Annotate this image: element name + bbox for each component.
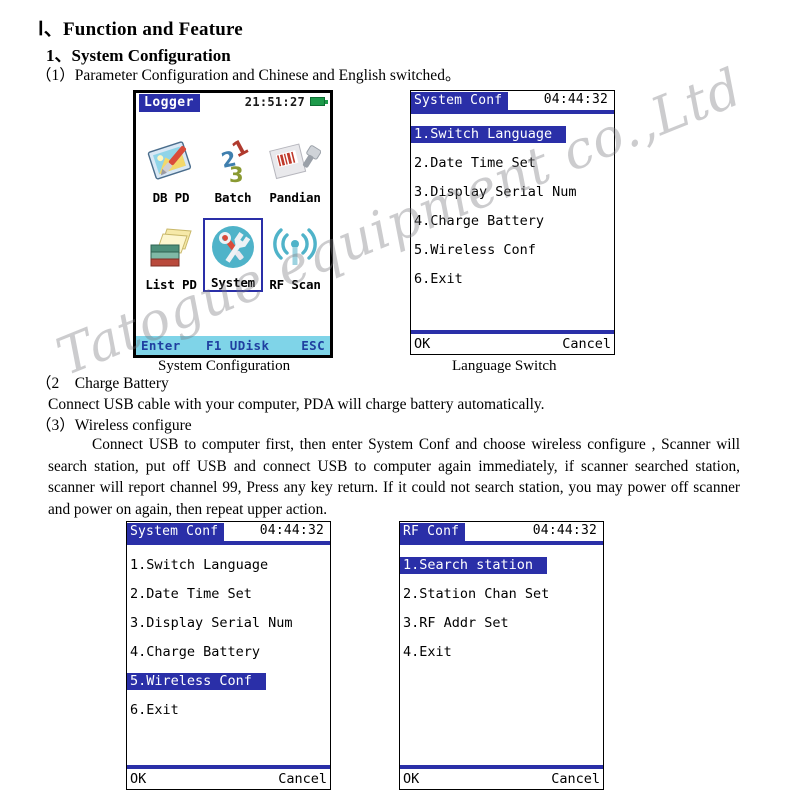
logger-title-label: Logger [139, 93, 200, 112]
menu-item-switch-language[interactable]: 1.Switch Language [127, 557, 272, 574]
menu-clock: 04:44:32 [543, 92, 608, 107]
app-label-db-pd: DB PD [152, 190, 190, 205]
menu-clock: 04:44:32 [259, 523, 324, 538]
batch-123-icon: 1 2 3 [206, 135, 260, 189]
document-page: Ⅰ、Function and Feature 1、System Configur… [0, 0, 790, 809]
item-1-text: （1）Parameter Configuration and Chinese a… [36, 67, 461, 84]
menu-footer-bar: OK Cancel [411, 334, 614, 354]
app-label-system: System [211, 275, 255, 290]
list-pd-books-icon [144, 222, 198, 276]
logger-footer-bar: Enter F1 UDisk ESC [136, 336, 330, 355]
menu-list: 1.Switch Language 2.Date Time Set 3.Disp… [127, 554, 330, 728]
menu-item-charge-battery[interactable]: 4.Charge Battery [127, 644, 264, 661]
device-screen-logger: Logger 21:51:27 DB PD 1 2 3 Batch Pandia… [133, 90, 333, 358]
menu-item-wireless-conf[interactable]: 5.Wireless Conf [127, 673, 266, 690]
caption-system-configuration: System Configuration [158, 358, 291, 374]
device-screen-system-conf-wireless: System Conf 04:44:32 1.Switch Language 2… [126, 521, 331, 790]
device-screen-rf-conf: RF Conf 04:44:32 1.Search station 2.Stat… [399, 521, 604, 790]
wireless-configure-body: Connect USB to computer first, then ente… [48, 436, 740, 518]
menu-item-display-serial-num[interactable]: 3.Display Serial Num [127, 615, 297, 632]
ok-button[interactable]: OK [130, 771, 146, 787]
logger-icon-grid: DB PD 1 2 3 Batch Pandian List PD System… [136, 112, 330, 292]
menu-item-wireless-conf[interactable]: 5.Wireless Conf [411, 242, 540, 259]
menu-title-label: System Conf [127, 522, 225, 541]
page-title: Ⅰ、Function and Feature [38, 19, 243, 40]
menu-list: 1.Switch Language 2.Date Time Set 3.Disp… [411, 123, 614, 297]
ok-button[interactable]: OK [403, 771, 419, 787]
pandian-scanner-icon [268, 135, 322, 189]
system-tools-icon [206, 220, 260, 274]
charge-battery-body: Connect USB cable with your computer, PD… [48, 396, 545, 413]
menu-item-exit[interactable]: 6.Exit [411, 271, 467, 288]
cancel-button[interactable]: Cancel [278, 771, 327, 787]
menu-item-display-serial-num[interactable]: 3.Display Serial Num [411, 184, 581, 201]
app-icon-pandian[interactable]: Pandian [264, 122, 326, 205]
menu-title-bar: System Conf 04:44:32 [411, 91, 614, 110]
svg-text:3: 3 [229, 163, 244, 186]
menu-item-station-chan-set[interactable]: 2.Station Chan Set [400, 586, 553, 603]
menu-spacer [127, 545, 330, 554]
menu-title-bar: System Conf 04:44:32 [127, 522, 330, 541]
app-icon-db-pd[interactable]: DB PD [140, 122, 202, 205]
footer-esc-key[interactable]: ESC [301, 338, 325, 353]
app-label-rf-scan: RF Scan [269, 277, 321, 292]
caption-language-switch: Language Switch [452, 358, 557, 374]
logger-clock: 21:51:27 [244, 95, 305, 109]
db-pd-icon [144, 135, 198, 189]
menu-item-date-time-set[interactable]: 2.Date Time Set [127, 586, 256, 603]
app-label-list-pd: List PD [145, 277, 197, 292]
menu-footer-bar: OK Cancel [127, 769, 330, 789]
menu-title-label: RF Conf [400, 522, 466, 541]
menu-item-charge-battery[interactable]: 4.Charge Battery [411, 213, 548, 230]
app-icon-batch[interactable]: 1 2 3 Batch [202, 122, 264, 205]
menu-list: 1.Search station 2.Station Chan Set 3.RF… [400, 554, 603, 670]
menu-title-label: System Conf [411, 91, 509, 110]
rf-signal-icon [268, 222, 322, 276]
charge-battery-heading: （2 Charge Battery [36, 375, 169, 392]
menu-spacer [411, 114, 614, 123]
cancel-button[interactable]: Cancel [562, 336, 611, 352]
menu-title-bar: RF Conf 04:44:32 [400, 522, 603, 541]
menu-item-exit[interactable]: 4.Exit [400, 644, 456, 661]
ok-button[interactable]: OK [414, 336, 430, 352]
menu-clock: 04:44:32 [532, 523, 597, 538]
section-heading: 1、System Configuration [46, 46, 231, 65]
menu-footer-bar: OK Cancel [400, 769, 603, 789]
menu-item-date-time-set[interactable]: 2.Date Time Set [411, 155, 540, 172]
logger-title-bar: Logger 21:51:27 [136, 93, 330, 112]
menu-item-switch-language[interactable]: 1.Switch Language [411, 126, 567, 143]
app-icon-list-pd[interactable]: List PD [140, 209, 202, 292]
device-screen-system-conf-language: System Conf 04:44:32 1.Switch Language 2… [410, 90, 615, 355]
menu-item-search-station[interactable]: 1.Search station [400, 557, 548, 574]
footer-f1-udisk-key[interactable]: F1 UDisk [206, 338, 269, 353]
app-label-batch: Batch [214, 190, 252, 205]
battery-full-icon [310, 97, 328, 106]
app-icon-rf-scan[interactable]: RF Scan [264, 209, 326, 292]
menu-spacer [400, 545, 603, 554]
menu-item-rf-addr-set[interactable]: 3.RF Addr Set [400, 615, 513, 632]
app-icon-system[interactable]: System [202, 209, 264, 292]
menu-item-exit[interactable]: 6.Exit [127, 702, 183, 719]
app-label-pandian: Pandian [269, 190, 321, 205]
cancel-button[interactable]: Cancel [551, 771, 600, 787]
wireless-configure-heading: （3）Wireless configure [36, 417, 192, 434]
app-icon-system-selection-box: System [203, 218, 263, 292]
footer-enter-key[interactable]: Enter [141, 338, 181, 353]
